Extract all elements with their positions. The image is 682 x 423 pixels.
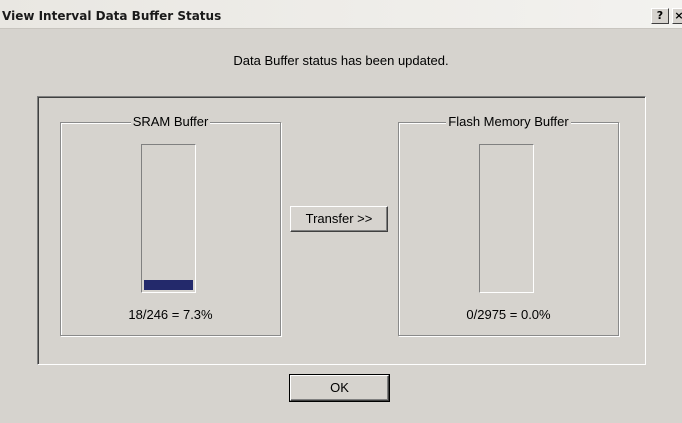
flash-progress-bar: [479, 144, 534, 293]
transfer-button[interactable]: Transfer >>: [290, 206, 388, 232]
flash-buffer-group: Flash Memory Buffer 0/2975 = 0.0%: [398, 114, 619, 336]
close-button[interactable]: ×: [672, 8, 682, 24]
buffer-status-dialog: View Interval Data Buffer Status ? × Dat…: [0, 0, 682, 423]
ok-button[interactable]: OK: [289, 374, 390, 402]
status-message: Data Buffer status has been updated.: [233, 53, 449, 68]
sram-progress-fill: [144, 280, 193, 290]
window-title: View Interval Data Buffer Status: [2, 9, 222, 23]
sram-usage-text: 18/246 = 7.3%: [128, 307, 213, 322]
sram-buffer-group: SRAM Buffer 18/246 = 7.3%: [60, 114, 281, 336]
help-button[interactable]: ?: [651, 8, 669, 24]
sram-progress-bar: [141, 144, 196, 293]
title-bar: View Interval Data Buffer Status ? ×: [0, 0, 682, 29]
flash-usage-text: 0/2975 = 0.0%: [466, 307, 551, 322]
